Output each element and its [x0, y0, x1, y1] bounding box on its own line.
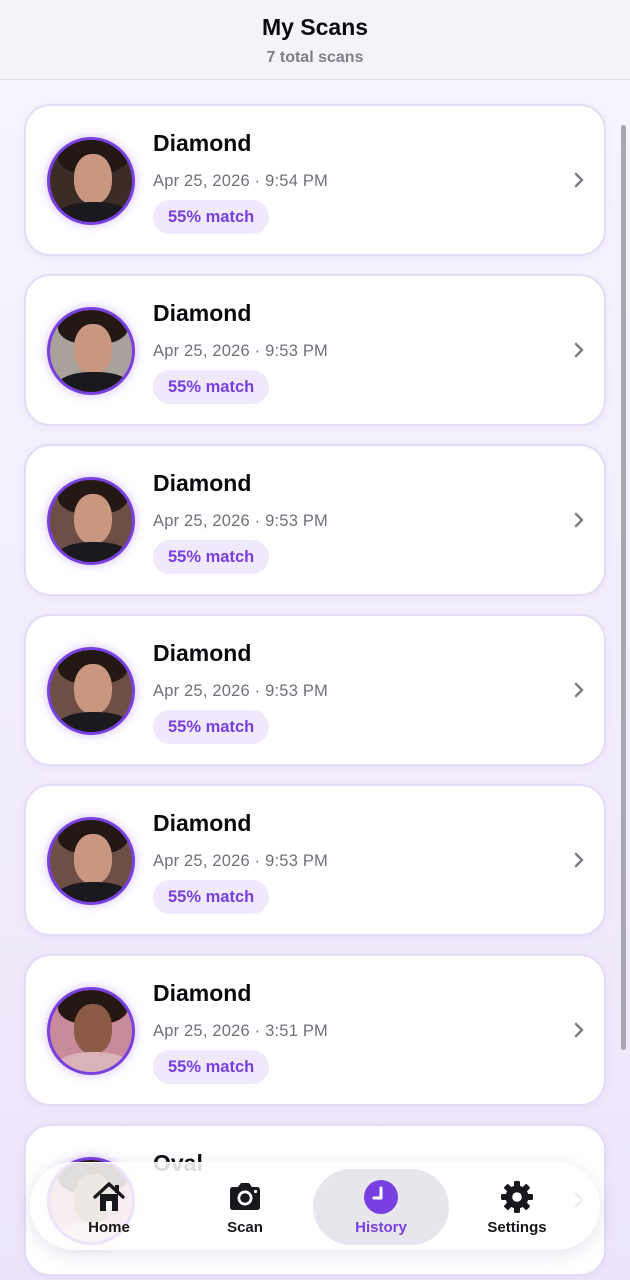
- scan-date: Apr 25, 2026 · 9:53 PM: [153, 512, 328, 530]
- tab-settings[interactable]: Settings: [449, 1169, 585, 1245]
- tab-scan[interactable]: Scan: [177, 1169, 313, 1245]
- tab-history[interactable]: History: [313, 1169, 449, 1245]
- scan-photo-avatar: [47, 137, 135, 225]
- face-shape-label: Diamond: [153, 810, 252, 836]
- chevron-right-icon: [574, 342, 584, 358]
- tab-scan-label: Scan: [227, 1219, 263, 1236]
- chevron-right-icon: [574, 172, 584, 188]
- face-shape-label: Diamond: [153, 980, 252, 1006]
- scan-card[interactable]: Diamond Apr 25, 2026 · 9:53 PM 55% match: [24, 784, 606, 936]
- tab-history-label: History: [355, 1219, 407, 1236]
- scan-card[interactable]: Diamond Apr 25, 2026 · 9:54 PM 55% match: [24, 104, 606, 256]
- scan-photo-avatar: [47, 307, 135, 395]
- chevron-right-icon: [574, 852, 584, 868]
- match-badge: 55% match: [153, 880, 270, 914]
- scan-date: Apr 25, 2026 · 9:54 PM: [153, 172, 328, 190]
- tab-settings-label: Settings: [487, 1219, 547, 1236]
- clock-icon: [364, 1180, 398, 1214]
- face-shape-label: Diamond: [153, 130, 252, 156]
- face-shape-label: Diamond: [153, 300, 252, 326]
- chevron-right-icon: [574, 512, 584, 528]
- camera-icon: [230, 1183, 260, 1210]
- scan-card[interactable]: Diamond Apr 25, 2026 · 3:51 PM 55% match: [24, 954, 606, 1106]
- chevron-right-icon: [574, 1022, 584, 1038]
- match-badge: 55% match: [153, 1050, 270, 1084]
- scan-date: Apr 25, 2026 · 9:53 PM: [153, 852, 328, 870]
- tab-bar-background: Home Scan History Settings: [30, 1162, 600, 1250]
- match-badge: 55% match: [153, 710, 270, 744]
- scan-card[interactable]: Diamond Apr 25, 2026 · 9:53 PM 55% match: [24, 614, 606, 766]
- face-shape-label: Diamond: [153, 470, 252, 496]
- scan-date: Apr 25, 2026 · 9:53 PM: [153, 342, 328, 360]
- scan-card[interactable]: Diamond Apr 25, 2026 · 9:53 PM 55% match: [24, 444, 606, 596]
- tab-home-label: Home: [88, 1219, 130, 1236]
- match-badge: 55% match: [153, 540, 270, 574]
- home-icon: [93, 1182, 125, 1211]
- scan-card[interactable]: Diamond Apr 25, 2026 · 9:53 PM 55% match: [24, 274, 606, 426]
- scan-date: Apr 25, 2026 · 9:53 PM: [153, 682, 328, 700]
- scan-photo-avatar: [47, 477, 135, 565]
- header: My Scans 7 total scans: [0, 0, 630, 80]
- scrollbar[interactable]: [621, 125, 626, 1050]
- scan-photo-avatar: [47, 817, 135, 905]
- scan-photo-avatar: [47, 647, 135, 735]
- scan-date: Apr 25, 2026 · 3:51 PM: [153, 1022, 328, 1040]
- match-badge: 55% match: [153, 200, 270, 234]
- chevron-right-icon: [574, 682, 584, 698]
- my-scans-screen: My Scans 7 total scans Diamond Apr 25, 2…: [0, 0, 630, 1280]
- tab-home[interactable]: Home: [41, 1169, 177, 1245]
- face-shape-label: Diamond: [153, 640, 252, 666]
- page-title: My Scans: [261, 14, 369, 40]
- scan-count: 7 total scans: [266, 49, 364, 66]
- scan-photo-avatar: [47, 987, 135, 1075]
- tab-bar: Home Scan History Settings: [22, 1162, 608, 1258]
- scan-list[interactable]: Diamond Apr 25, 2026 · 9:54 PM 55% match…: [0, 80, 630, 1280]
- gear-icon: [501, 1181, 533, 1213]
- match-badge: 55% match: [153, 370, 270, 404]
